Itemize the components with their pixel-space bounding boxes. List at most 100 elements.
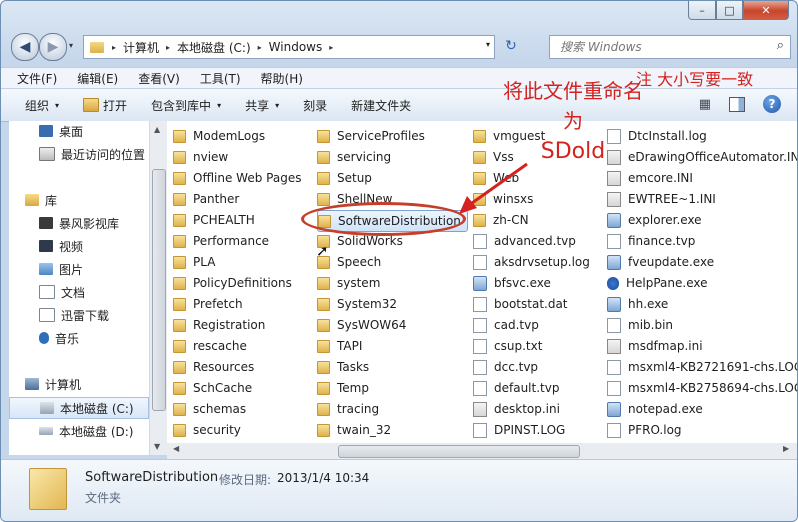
folder-item[interactable]: System32 [317,294,397,314]
view-options-icon[interactable]: ▦ [699,97,711,112]
menu-view[interactable]: 查看(V) [138,70,180,87]
file-item[interactable]: EWTREE~1.INI [607,189,716,209]
file-item[interactable]: advanced.tvp [473,231,576,251]
nav-item-music[interactable]: 音乐 [9,328,149,348]
nav-item-pictures[interactable]: 图片 [9,259,149,279]
file-item[interactable]: bootstat.dat [473,294,568,314]
scroll-up-arrow-icon[interactable]: ▲ [154,125,160,134]
folder-item[interactable]: PLA [173,252,215,272]
menu-file[interactable]: 文件(F) [17,70,57,87]
file-item[interactable]: msxml4-KB2721691-chs.LOG [607,357,797,377]
folder-item[interactable]: Prefetch [173,294,243,314]
close-button[interactable]: ✕ [743,1,789,20]
file-item[interactable]: bfsvc.exe [473,273,551,293]
navigation-pane-scrollbar[interactable]: ▲ ▼ [149,121,167,455]
scrollbar-thumb[interactable] [152,169,166,411]
breadcrumb-separator[interactable]: ▸ [166,43,170,52]
file-item[interactable]: finance.tvp [607,231,695,251]
folder-item[interactable]: Registration [173,315,265,335]
file-item[interactable]: msxml4-KB2758694-chs.LOG [607,378,797,398]
folder-item[interactable]: rescache [173,336,247,356]
file-item[interactable]: desktop.ini [473,399,560,419]
forward-button[interactable]: ▶ [39,33,67,61]
folder-item[interactable]: SchCache [173,378,252,398]
nav-item-documents[interactable]: 文档 [9,282,149,302]
scroll-right-arrow-icon[interactable]: ▶ [783,444,789,453]
folder-item[interactable]: Resources [173,357,254,377]
search-icon[interactable]: ⌕ [777,38,784,53]
breadcrumb-local-disk-c[interactable]: 本地磁盘 (C:) [177,39,251,56]
search-input[interactable] [558,39,762,55]
preview-pane-icon[interactable] [729,96,745,112]
folder-item[interactable]: schemas [173,399,246,419]
open-button[interactable]: 打开 [83,97,127,114]
help-icon[interactable]: ? [763,95,781,113]
file-item[interactable]: emcore.INI [607,168,693,188]
breadcrumb-separator[interactable]: ▸ [329,43,333,52]
file-item[interactable]: default.tvp [473,378,559,398]
breadcrumb-separator[interactable]: ▸ [112,43,116,52]
folder-item[interactable]: SysWOW64 [317,315,406,335]
breadcrumb-windows[interactable]: Windows [269,40,323,54]
new-folder-button[interactable]: 新建文件夹 [351,97,411,114]
folder-item[interactable]: tracing [317,399,379,419]
folder-item[interactable]: nview [173,147,228,167]
file-item[interactable]: HelpPane.exe [607,273,708,293]
breadcrumb-computer[interactable]: 计算机 [123,39,159,56]
scrollbar-thumb[interactable] [338,445,580,458]
nav-item-local-disk-d[interactable]: 本地磁盘 (D:) [9,421,149,441]
folder-item[interactable]: PolicyDefinitions [173,273,292,293]
file-item[interactable]: msdfmap.ini [607,336,703,356]
folder-item[interactable]: twain_32 [317,420,391,440]
folder-item[interactable]: servicing [317,147,391,167]
file-item[interactable]: aksdrvsetup.log [473,252,590,272]
folder-item[interactable]: ServiceProfiles [317,126,425,146]
nav-item-videos[interactable]: 视频 [9,236,149,256]
recent-pages-dropdown[interactable]: ▾ [69,41,73,50]
folder-item[interactable]: Setup [317,168,372,188]
nav-item-baofeng-library[interactable]: 暴风影视库 [9,213,149,233]
nav-item-desktop[interactable]: 桌面 [9,121,149,141]
nav-item-local-disk-c[interactable]: 本地磁盘 (C:) [9,397,149,419]
menu-tools[interactable]: 工具(T) [200,70,241,87]
nav-item-xunlei-downloads[interactable]: 迅雷下载 [9,305,149,325]
menu-help[interactable]: 帮助(H) [261,70,303,87]
file-item[interactable]: dcc.tvp [473,357,538,377]
scroll-left-arrow-icon[interactable]: ◀ [173,444,179,453]
nav-item-computer[interactable]: 计算机 [9,374,149,394]
refresh-icon[interactable]: ↻ [497,35,525,57]
address-dropdown[interactable]: ▾ [486,40,490,49]
file-item[interactable]: PFRO.log [607,420,682,440]
folder-item[interactable]: Panther [173,189,239,209]
folder-item[interactable]: Tasks [317,357,369,377]
burn-button[interactable]: 刻录 [303,97,327,114]
nav-item-libraries[interactable]: 库 [9,190,149,210]
file-item[interactable]: notepad.exe [607,399,703,419]
search-box[interactable]: ⌕ [549,35,791,59]
file-item[interactable]: csup.txt [473,336,542,356]
folder-item[interactable]: PCHEALTH [173,210,255,230]
nav-item-recent-places[interactable]: 最近访问的位置 [9,144,149,164]
back-button[interactable]: ◀ [11,33,39,61]
folder-item[interactable]: Offline Web Pages [173,168,301,188]
folder-item[interactable]: security [173,420,241,440]
horizontal-scrollbar[interactable]: ◀ ▶ [167,443,797,459]
file-item[interactable]: explorer.exe [607,210,702,230]
file-item[interactable]: DPINST.LOG [473,420,565,440]
share-button[interactable]: 共享 ▾ [245,97,279,114]
breadcrumb-separator[interactable]: ▸ [258,43,262,52]
organize-button[interactable]: 组织 ▾ [25,97,59,114]
folder-item[interactable]: TAPI [317,336,362,356]
folder-item[interactable]: Temp [317,378,369,398]
file-item[interactable]: fveupdate.exe [607,252,714,272]
menu-edit[interactable]: 编辑(E) [77,70,118,87]
folder-item[interactable]: Performance [173,231,269,251]
file-item[interactable]: hh.exe [607,294,668,314]
include-in-library-button[interactable]: 包含到库中 ▾ [151,97,221,114]
scroll-down-arrow-icon[interactable]: ▼ [154,442,160,451]
address-bar[interactable]: ▸ 计算机 ▸ 本地磁盘 (C:) ▸ Windows ▸ ▾ [83,35,495,59]
folder-item[interactable]: ModemLogs [173,126,265,146]
minimize-button[interactable]: – [688,1,716,20]
file-item[interactable]: mib.bin [607,315,673,335]
folder-item[interactable]: system [317,273,380,293]
